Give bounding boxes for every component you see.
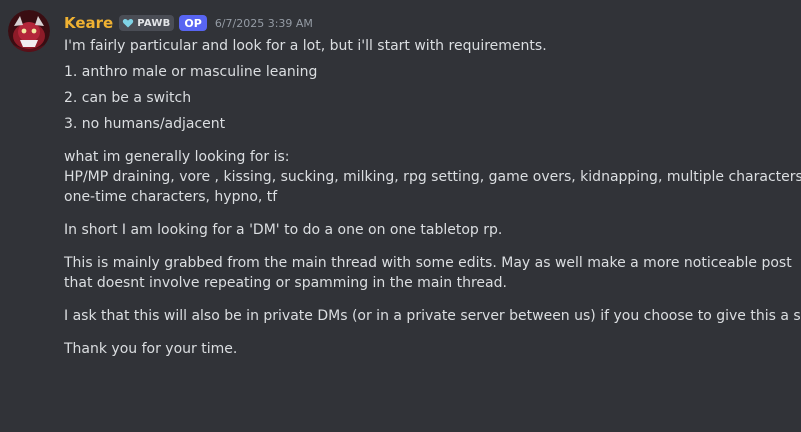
message-line: HP/MP draining, vore , kissing, sucking,…	[64, 169, 801, 185]
message-line: I'm fairly particular and look for a lot…	[64, 38, 547, 54]
message-line: what im generally looking for is:	[64, 149, 290, 165]
user-avatar[interactable]	[8, 10, 50, 52]
message-line: This is mainly grabbed from the main thr…	[64, 255, 792, 271]
message-line: Thank you for your time.	[64, 341, 238, 357]
message-timestamp[interactable]: 6/7/2025 3:39 AM	[215, 17, 313, 30]
author-name[interactable]: Keare	[64, 12, 113, 34]
requirement-item: 2. can be a switch	[64, 90, 192, 106]
message-line: one-time characters, hypno, tf	[64, 189, 278, 205]
avatar-image	[8, 10, 50, 52]
op-badge: OP	[179, 15, 207, 31]
requirement-item: 3. no humans/adjacent	[64, 116, 226, 132]
message-line: In short I am looking for a 'DM' to do a…	[64, 222, 503, 238]
guild-tag-label: PAWB	[137, 17, 171, 29]
message-content: I'm fairly particular and look for a lot…	[64, 36, 801, 359]
message-line: I ask that this will also be in private …	[64, 308, 801, 324]
heart-icon	[123, 19, 134, 28]
guild-tag[interactable]: PAWB	[119, 15, 175, 31]
message-header: Keare PAWB OP 6/7/2025 3:39 AM	[64, 12, 313, 34]
requirement-item: 1. anthro male or masculine leaning	[64, 64, 318, 80]
chat-message: Keare PAWB OP 6/7/2025 3:39 AM I'm fairl…	[0, 0, 801, 432]
message-line: that doesnt involve repeating or spammin…	[64, 275, 507, 291]
